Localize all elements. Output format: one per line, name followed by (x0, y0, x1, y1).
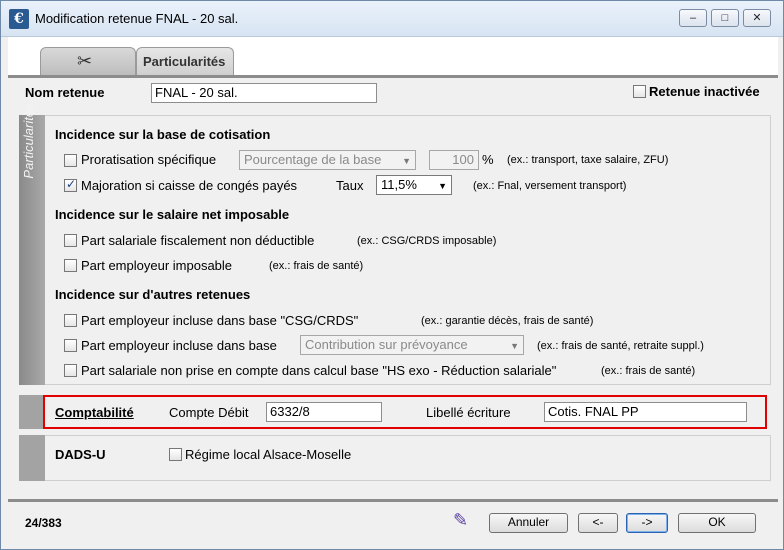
previous-button[interactable]: <- (578, 513, 618, 533)
csg-crds-hint: (ex.: garantie décès, frais de santé) (421, 315, 594, 327)
base-checkbox[interactable] (64, 339, 77, 352)
scissors-icon: ✂ (77, 51, 93, 71)
maximize-button[interactable]: □ (711, 9, 739, 27)
comptabilite-heading[interactable]: Comptabilité (55, 405, 134, 420)
chevron-down-icon: ▼ (510, 341, 519, 351)
majoration-label: Majoration si caisse de congés payés (81, 178, 298, 193)
base-select[interactable]: Contribution sur prévoyance ▼ (300, 335, 524, 355)
app-icon: € (9, 9, 29, 29)
compte-debit-label: Compte Débit (169, 405, 249, 420)
proratisation-hint: (ex.: transport, taxe salaire, ZFU) (507, 154, 669, 166)
majoration-hint: (ex.: Fnal, versement transport) (473, 180, 627, 192)
part-salariale-label: Part salariale fiscalement non déductibl… (81, 233, 315, 248)
side-label: Particularités (21, 103, 36, 179)
part-employeur-label: Part employeur imposable (81, 258, 233, 273)
close-button[interactable]: ✕ (743, 9, 771, 27)
csg-crds-label: Part employeur incluse dans base "CSG/CR… (81, 313, 359, 328)
dads-strip (19, 435, 45, 481)
csg-crds-checkbox[interactable] (64, 314, 77, 327)
comptabilite-strip (19, 395, 45, 429)
hs-exo-label: Part salariale non prise en compte dans … (81, 363, 557, 378)
tab-general[interactable]: ✂ (40, 47, 136, 75)
taux-label: Taux (336, 178, 364, 193)
hs-exo-hint: (ex.: frais de santé) (601, 365, 696, 377)
majoration-checkbox[interactable] (64, 177, 77, 192)
taux-select[interactable]: 11,5% ▼ (376, 175, 452, 195)
part-employeur-checkbox[interactable] (64, 259, 77, 272)
autres-retenues-heading: Incidence sur d'autres retenues (55, 287, 251, 302)
proratisation-label: Proratisation spécifique (81, 152, 217, 167)
salaire-net-heading: Incidence sur le salaire net imposable (55, 207, 290, 222)
chevron-down-icon: ▼ (402, 156, 411, 166)
ok-button[interactable]: OK (678, 513, 756, 533)
window-title: Modification retenue FNAL - 20 sal. (35, 11, 239, 26)
percent-input[interactable]: 100 (429, 150, 479, 170)
base-hint: (ex.: frais de santé, retraite suppl.) (537, 340, 704, 352)
pencil-icon[interactable]: ✎ (453, 510, 468, 531)
part-salariale-checkbox[interactable] (64, 234, 77, 247)
next-button[interactable]: -> (626, 513, 668, 533)
footer-divider (8, 499, 778, 502)
part-salariale-hint: (ex.: CSG/CRDS imposable) (357, 235, 497, 247)
hs-exo-checkbox[interactable] (64, 364, 77, 377)
compte-debit-input[interactable]: 6332/8 (266, 402, 382, 422)
cancel-button[interactable]: Annuler (489, 513, 568, 533)
dads-heading: DADS-U (55, 447, 106, 462)
base-select-value: Contribution sur prévoyance (305, 337, 468, 352)
libelle-ecriture-input[interactable]: Cotis. FNAL PP (544, 402, 747, 422)
title-bar[interactable]: € Modification retenue FNAL - 20 sal. ‒ … (1, 1, 783, 37)
part-employeur-hint: (ex.: frais de santé) (269, 260, 364, 272)
nom-retenue-input[interactable]: FNAL - 20 sal. (151, 83, 377, 103)
tab-strip: ✂ Particularités (8, 37, 778, 75)
libelle-ecriture-label: Libellé écriture (426, 405, 511, 420)
retenue-inactivee-label: Retenue inactivée (649, 84, 760, 99)
regime-alsace-checkbox[interactable] (169, 448, 182, 461)
chevron-down-icon: ▼ (438, 181, 447, 191)
dads-panel (19, 435, 771, 481)
percent-unit: % (482, 152, 494, 167)
tab-particularites[interactable]: Particularités (136, 47, 234, 75)
taux-select-value: 11,5% (381, 177, 417, 192)
base-label: Part employeur incluse dans base (81, 338, 277, 353)
tab-particularites-label: Particularités (143, 54, 226, 69)
regime-alsace-label: Régime local Alsace-Moselle (185, 447, 352, 462)
proratisation-select[interactable]: Pourcentage de la base ▼ (239, 150, 416, 170)
proratisation-checkbox[interactable] (64, 154, 77, 167)
divider (8, 75, 778, 78)
minimize-button[interactable]: ‒ (679, 9, 707, 27)
retenue-inactivee-checkbox[interactable] (633, 85, 646, 98)
base-cotisation-heading: Incidence sur la base de cotisation (55, 127, 271, 142)
proratisation-select-value: Pourcentage de la base (244, 152, 382, 167)
record-counter: 24/383 (25, 516, 62, 530)
dialog-window: € Modification retenue FNAL - 20 sal. ‒ … (0, 0, 784, 550)
